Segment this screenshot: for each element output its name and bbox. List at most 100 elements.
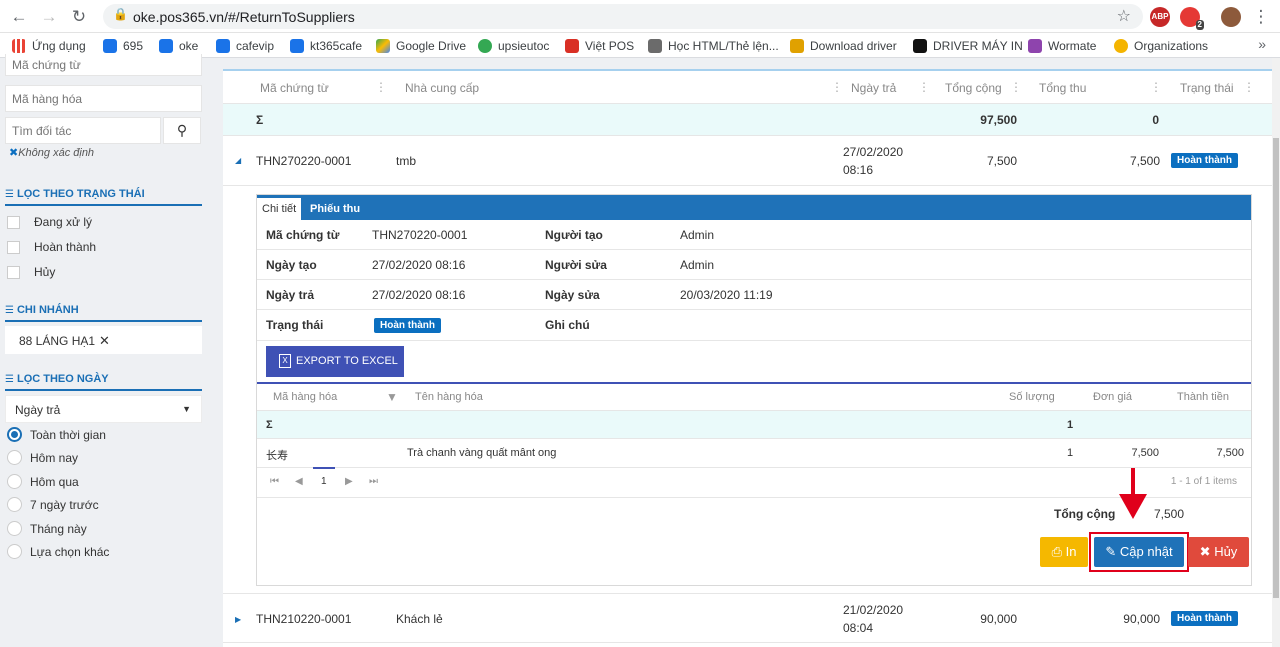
avatar[interactable] xyxy=(1221,7,1241,27)
date-option-custom[interactable]: Lựa chọn khác xyxy=(7,544,109,559)
excel-icon: X xyxy=(279,354,291,368)
status-option-processing[interactable]: Đang xử lý xyxy=(7,215,92,229)
remove-icon[interactable]: ✖ xyxy=(9,147,18,159)
date-option-today[interactable]: Hôm nay xyxy=(7,450,78,465)
status-option-cancelled[interactable]: Hủy xyxy=(7,265,55,279)
remove-branch-icon[interactable]: ✕ xyxy=(99,333,110,348)
bookmark-vietpos[interactable]: Việt POS xyxy=(565,37,634,55)
item-row[interactable]: 长寿 Trà chanh vàng quất mânt ong 1 7,500 … xyxy=(257,439,1251,468)
bookmark-oke[interactable]: oke xyxy=(159,37,198,55)
export-excel-button[interactable]: X EXPORT TO EXCEL xyxy=(266,346,404,377)
radio[interactable] xyxy=(7,450,22,465)
row-code: THN270220-0001 xyxy=(256,154,352,168)
radio-selected[interactable] xyxy=(7,427,22,442)
col-status[interactable]: Trạng thái xyxy=(1180,81,1234,95)
reload-icon[interactable]: ↻ xyxy=(68,6,90,28)
branch-select[interactable]: 88 LÁNG HẠ1 ✕ xyxy=(5,326,202,354)
date-option-7-days[interactable]: 7 ngày trước xyxy=(7,497,99,512)
bookmark-apps[interactable]: Ứng dụng xyxy=(12,37,86,55)
radio[interactable] xyxy=(7,497,22,512)
bookmark-wormate[interactable]: Wormate xyxy=(1028,37,1096,55)
total-value: 7,500 xyxy=(1154,507,1185,521)
col-supplier[interactable]: Nhà cung cấp xyxy=(405,81,479,95)
branch-heading: ☰ CHI NHÁNH xyxy=(5,304,202,322)
extension-icon[interactable]: 2 xyxy=(1180,7,1204,30)
bookmark-cafevip[interactable]: cafevip xyxy=(216,37,274,55)
col-amount[interactable]: Thành tiền xyxy=(1177,391,1229,403)
search-doc-code-input[interactable] xyxy=(5,54,202,76)
address-bar[interactable]: 🔒 oke.pos365.vn/#/ReturnToSuppliers ☆ xyxy=(103,4,1143,29)
collapse-icon[interactable]: ◢ xyxy=(235,156,241,165)
scroll-thumb[interactable] xyxy=(1273,138,1279,598)
next-page-icon[interactable]: ▶ xyxy=(345,476,353,487)
status-option-completed[interactable]: Hoàn thành xyxy=(7,240,96,254)
list-icon: ☰ xyxy=(5,189,14,200)
bookmark-html[interactable]: Học HTML/Thẻ lện... xyxy=(648,37,779,55)
bookmark-organizations[interactable]: Organizations xyxy=(1114,37,1208,55)
branch-chip[interactable]: 88 LÁNG HẠ1 ✕ xyxy=(19,333,110,349)
item-price: 7,500 xyxy=(1131,447,1159,459)
checkbox[interactable] xyxy=(7,240,20,254)
item-amount: 7,500 xyxy=(1216,447,1244,459)
expand-icon[interactable]: ▶ xyxy=(235,615,241,624)
col-paid[interactable]: Tổng thu xyxy=(1039,81,1086,95)
menu-icon[interactable]: ⋮ xyxy=(1250,6,1272,28)
label: Mã chứng từ xyxy=(266,228,340,242)
scrollbar[interactable] xyxy=(1272,58,1280,647)
page-number[interactable]: 1 xyxy=(321,476,327,487)
bookmark-kt365cafe[interactable]: kt365cafe xyxy=(290,37,362,55)
sum-qty: 1 xyxy=(1067,419,1074,431)
col-doc-code[interactable]: Mã chứng từ xyxy=(260,81,329,95)
cancel-button[interactable]: ✖ Hủy xyxy=(1188,537,1249,567)
filter-icon[interactable]: ▼ xyxy=(386,390,398,404)
close-icon: ✖ xyxy=(1199,544,1215,559)
tab-detail[interactable]: Chi tiết xyxy=(257,198,302,220)
search-partner-input[interactable] xyxy=(5,117,161,144)
column-menu-icon[interactable]: ⋮ xyxy=(1243,80,1255,94)
radio[interactable] xyxy=(7,521,22,536)
checkbox[interactable] xyxy=(7,215,20,229)
adblock-icon[interactable]: ABP xyxy=(1150,7,1170,27)
undefined-partner-filter[interactable]: ✖Không xác định xyxy=(9,146,94,159)
bookmark-driver-may-in[interactable]: DRIVER MÁY IN xyxy=(913,37,1023,55)
bookmark-star-icon[interactable]: ☆ xyxy=(1117,6,1131,26)
print-button[interactable]: ⎙ In xyxy=(1040,537,1088,567)
radio[interactable] xyxy=(7,544,22,559)
col-price[interactable]: Đơn giá xyxy=(1093,391,1132,403)
forward-icon[interactable]: → xyxy=(38,6,60,28)
date-field-select[interactable]: Ngày trả ▼ xyxy=(5,395,202,423)
tab-receipt[interactable]: Phiếu thu xyxy=(305,198,365,220)
search-item-code-input[interactable] xyxy=(5,85,202,112)
column-menu-icon[interactable]: ⋮ xyxy=(375,80,387,94)
pager-info: 1 - 1 of 1 items xyxy=(1170,476,1237,487)
column-menu-icon[interactable]: ⋮ xyxy=(831,80,843,94)
bookmarks-more-icon[interactable]: » xyxy=(1258,36,1266,52)
update-button[interactable]: ✎ Cập nhật xyxy=(1094,537,1184,567)
edit-icon: ✎ xyxy=(1105,544,1120,559)
prev-page-icon[interactable]: ◀ xyxy=(295,476,303,487)
col-item-name[interactable]: Tên hàng hóa xyxy=(415,391,483,403)
date-option-all-time[interactable]: Toàn thời gian xyxy=(7,427,106,442)
url-text[interactable]: oke.pos365.vn/#/ReturnToSuppliers xyxy=(133,9,355,25)
col-total[interactable]: Tổng cộng xyxy=(945,81,1002,95)
col-qty[interactable]: Số lượng xyxy=(1009,391,1055,403)
first-page-icon[interactable]: ⏮ xyxy=(270,476,279,487)
col-return-date[interactable]: Ngày trả xyxy=(851,81,896,95)
back-icon[interactable]: ← xyxy=(8,6,30,28)
search-icon[interactable]: ⚲ xyxy=(163,117,201,144)
last-page-icon[interactable]: ⏭ xyxy=(369,476,378,487)
checkbox[interactable] xyxy=(7,265,20,279)
date-option-yesterday[interactable]: Hôm qua xyxy=(7,474,79,489)
column-menu-icon[interactable]: ⋮ xyxy=(1010,80,1022,94)
table-row[interactable]: ▶ THN210220-0001 Khách lẻ 21/02/2020 08:… xyxy=(223,593,1272,643)
radio[interactable] xyxy=(7,474,22,489)
bookmark-google-drive[interactable]: Google Drive xyxy=(376,37,466,55)
column-menu-icon[interactable]: ⋮ xyxy=(1150,80,1162,94)
col-item-code[interactable]: Mã hàng hóa xyxy=(273,391,337,403)
bookmark-695[interactable]: 695 xyxy=(103,37,143,55)
bookmark-download-driver[interactable]: Download driver xyxy=(790,37,897,55)
table-row[interactable]: ◢ THN270220-0001 tmb 27/02/2020 08:16 7,… xyxy=(223,136,1272,186)
column-menu-icon[interactable]: ⋮ xyxy=(918,80,930,94)
date-option-this-month[interactable]: Tháng này xyxy=(7,521,87,536)
bookmark-upsieutoc[interactable]: upsieutoc xyxy=(478,37,549,55)
